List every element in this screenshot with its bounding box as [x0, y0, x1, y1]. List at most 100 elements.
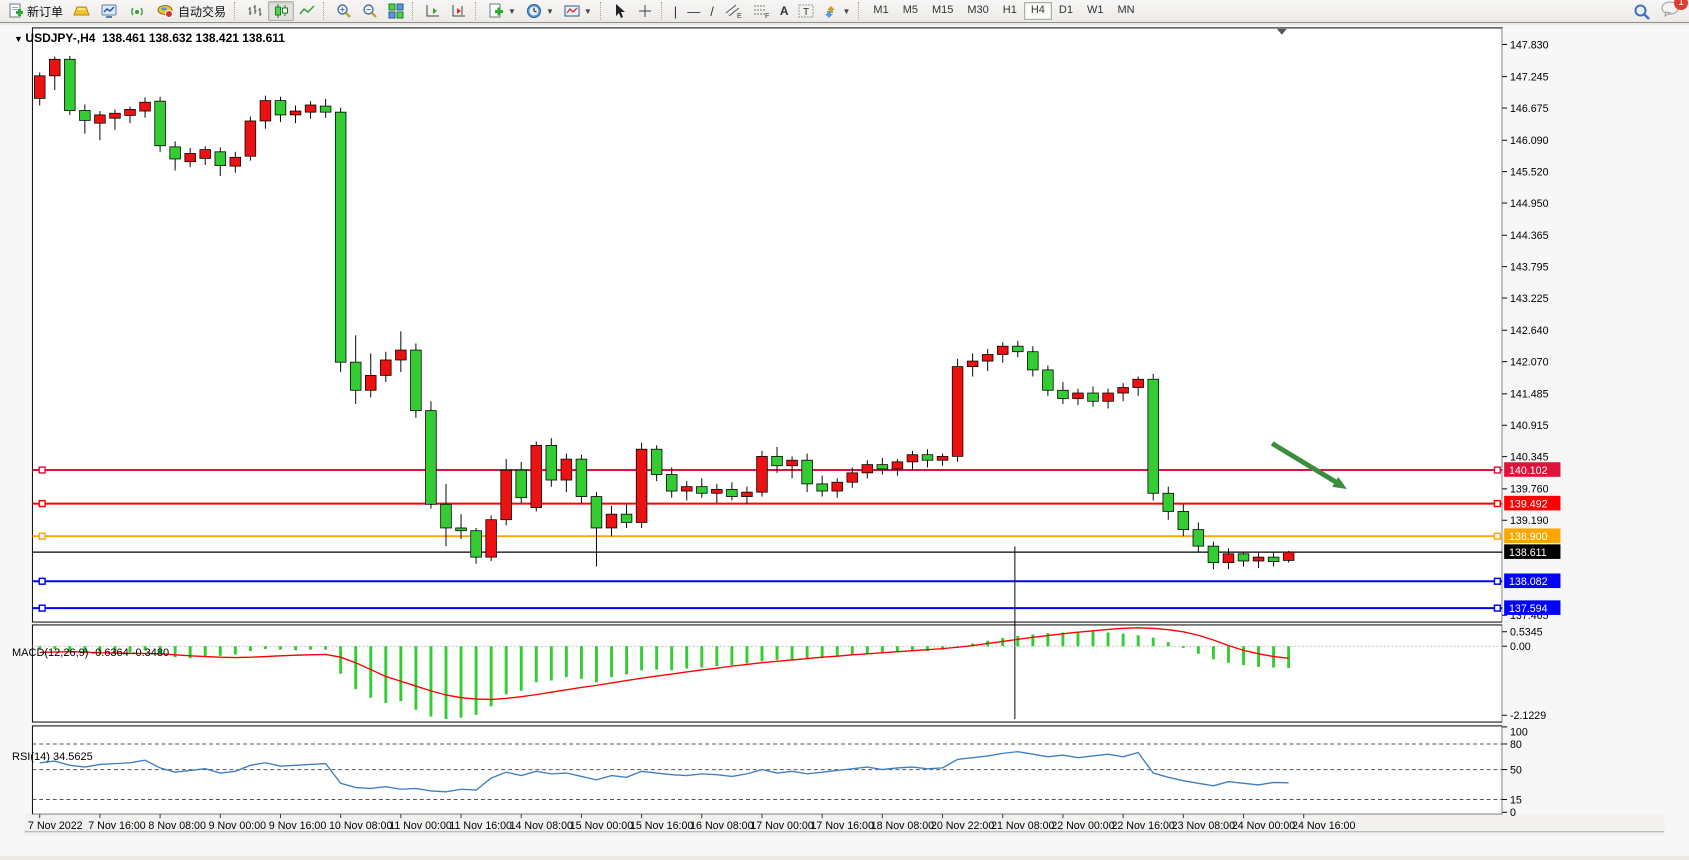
periods-button[interactable]: ▼: [521, 1, 559, 21]
level-handle[interactable]: [39, 467, 45, 473]
templates-button[interactable]: ▼: [559, 1, 597, 21]
tab-timeframe-w1[interactable]: W1: [1080, 2, 1111, 20]
time-axis-label: 16 Nov 08:00: [690, 820, 753, 832]
search-icon[interactable]: [1633, 3, 1651, 21]
candle[interactable]: [576, 455, 587, 503]
candle[interactable]: [64, 56, 75, 115]
arrows-tool[interactable]: ▼: [819, 1, 855, 21]
text-tool[interactable]: A: [775, 1, 794, 21]
tab-timeframe-m5[interactable]: M5: [896, 2, 925, 20]
signal-button[interactable]: [124, 1, 152, 21]
level-handle[interactable]: [39, 578, 45, 584]
tab-timeframe-d1[interactable]: D1: [1052, 2, 1080, 20]
time-axis-label: 23 Nov 08:00: [1172, 820, 1235, 832]
candle[interactable]: [486, 515, 497, 561]
price-tick-label: 147.245: [1510, 72, 1549, 84]
level-handle[interactable]: [1494, 501, 1500, 507]
rsi-tick-label: 15: [1510, 794, 1522, 806]
tab-timeframe-h1[interactable]: H1: [996, 2, 1024, 20]
zoom-in-icon: [336, 3, 352, 19]
price-tick-label: 144.365: [1510, 230, 1549, 242]
chart-shift-button[interactable]: [446, 1, 472, 21]
time-axis-label: 15 Nov 16:00: [630, 820, 693, 832]
macd-bar: [414, 646, 417, 710]
candle[interactable]: [546, 438, 557, 486]
macd-bar: [1152, 638, 1155, 647]
auto-trading-button[interactable]: 自动交易: [152, 1, 231, 21]
macd-bar: [610, 646, 613, 677]
tab-timeframe-mn[interactable]: MN: [1110, 2, 1141, 20]
level-handle[interactable]: [39, 533, 45, 539]
macd-bar: [429, 646, 432, 716]
candle[interactable]: [335, 108, 346, 372]
vertical-line-icon: |: [674, 4, 677, 19]
line-chart-button[interactable]: [294, 1, 320, 21]
horizontal-line-tool[interactable]: —: [682, 1, 705, 21]
tab-timeframe-m1[interactable]: M1: [866, 2, 895, 20]
candle[interactable]: [757, 451, 768, 497]
zoom-in-button[interactable]: [331, 1, 357, 21]
indicators-button[interactable]: ▼: [483, 1, 521, 21]
chart-window: 147.830147.245146.675146.090145.520144.9…: [0, 25, 1689, 856]
zoom-out-button[interactable]: [357, 1, 383, 21]
macd-bar: [580, 646, 583, 679]
new-order-button[interactable]: 新订单: [3, 1, 68, 21]
macd-bar: [279, 646, 282, 649]
tab-timeframe-m15[interactable]: M15: [925, 2, 960, 20]
price-tick-label: 142.640: [1510, 325, 1549, 337]
price-tick-label: 144.950: [1510, 198, 1549, 210]
level-handle[interactable]: [1494, 533, 1500, 539]
gold-button[interactable]: [68, 1, 96, 21]
macd-bar: [174, 646, 177, 657]
crosshair-button[interactable]: [632, 1, 658, 21]
candle[interactable]: [636, 443, 647, 528]
candle[interactable]: [531, 441, 542, 511]
macd-bar: [1137, 635, 1140, 646]
svg-text:T: T: [803, 7, 809, 18]
auto-scroll-button[interactable]: [420, 1, 446, 21]
rsi-indicator-label: RSI(14) 34.5625: [12, 751, 93, 763]
text-label-tool[interactable]: T: [793, 1, 819, 21]
tab-timeframe-h4[interactable]: H4: [1024, 2, 1052, 20]
macd-bar: [219, 646, 222, 656]
vertical-line-tool[interactable]: |: [669, 1, 682, 21]
cursor-button[interactable]: [608, 1, 632, 21]
trendline-tool[interactable]: /: [705, 1, 719, 21]
chart-canvas[interactable]: 147.830147.245146.675146.090145.520144.9…: [0, 25, 1689, 856]
candle[interactable]: [411, 343, 422, 417]
bar-chart-icon: [247, 3, 263, 19]
macd-bar: [1242, 646, 1245, 665]
level-handle[interactable]: [1494, 467, 1500, 473]
auto-trading-icon: [157, 3, 175, 19]
macd-bar: [836, 646, 839, 656]
level-handle[interactable]: [39, 605, 45, 611]
macd-bar: [399, 646, 402, 701]
notifications-button[interactable]: 1: [1661, 1, 1681, 22]
trendline-icon: /: [710, 4, 714, 19]
macd-bar: [475, 646, 478, 715]
tab-timeframe-m30[interactable]: M30: [960, 2, 995, 20]
level-handle[interactable]: [39, 501, 45, 507]
shift-chart-icon: [425, 3, 441, 19]
macd-bar: [445, 646, 448, 719]
auto-trading-label: 自动交易: [178, 3, 226, 20]
symbol-toggle-icon[interactable]: ▼: [14, 34, 25, 44]
candlestick-chart-button[interactable]: [268, 1, 294, 21]
candle[interactable]: [245, 117, 256, 161]
time-axis-label: 11 Nov 16:00: [449, 820, 512, 832]
level-handle[interactable]: [1494, 605, 1500, 611]
candle[interactable]: [1148, 374, 1159, 501]
candle[interactable]: [155, 97, 166, 152]
level-handle[interactable]: [1494, 578, 1500, 584]
candle[interactable]: [426, 401, 437, 508]
rsi-tick-label: 80: [1510, 739, 1522, 751]
bar-chart-button[interactable]: [242, 1, 268, 21]
market-chart-button[interactable]: [96, 1, 124, 21]
toolbar-separator: [475, 2, 480, 20]
macd-bar: [1167, 642, 1170, 646]
channel-tool[interactable]: E: [719, 1, 747, 21]
tile-windows-button[interactable]: [383, 1, 409, 21]
candle[interactable]: [952, 359, 963, 462]
fibonacci-tool[interactable]: F: [747, 1, 775, 21]
price-tick-label: 146.675: [1510, 103, 1549, 115]
